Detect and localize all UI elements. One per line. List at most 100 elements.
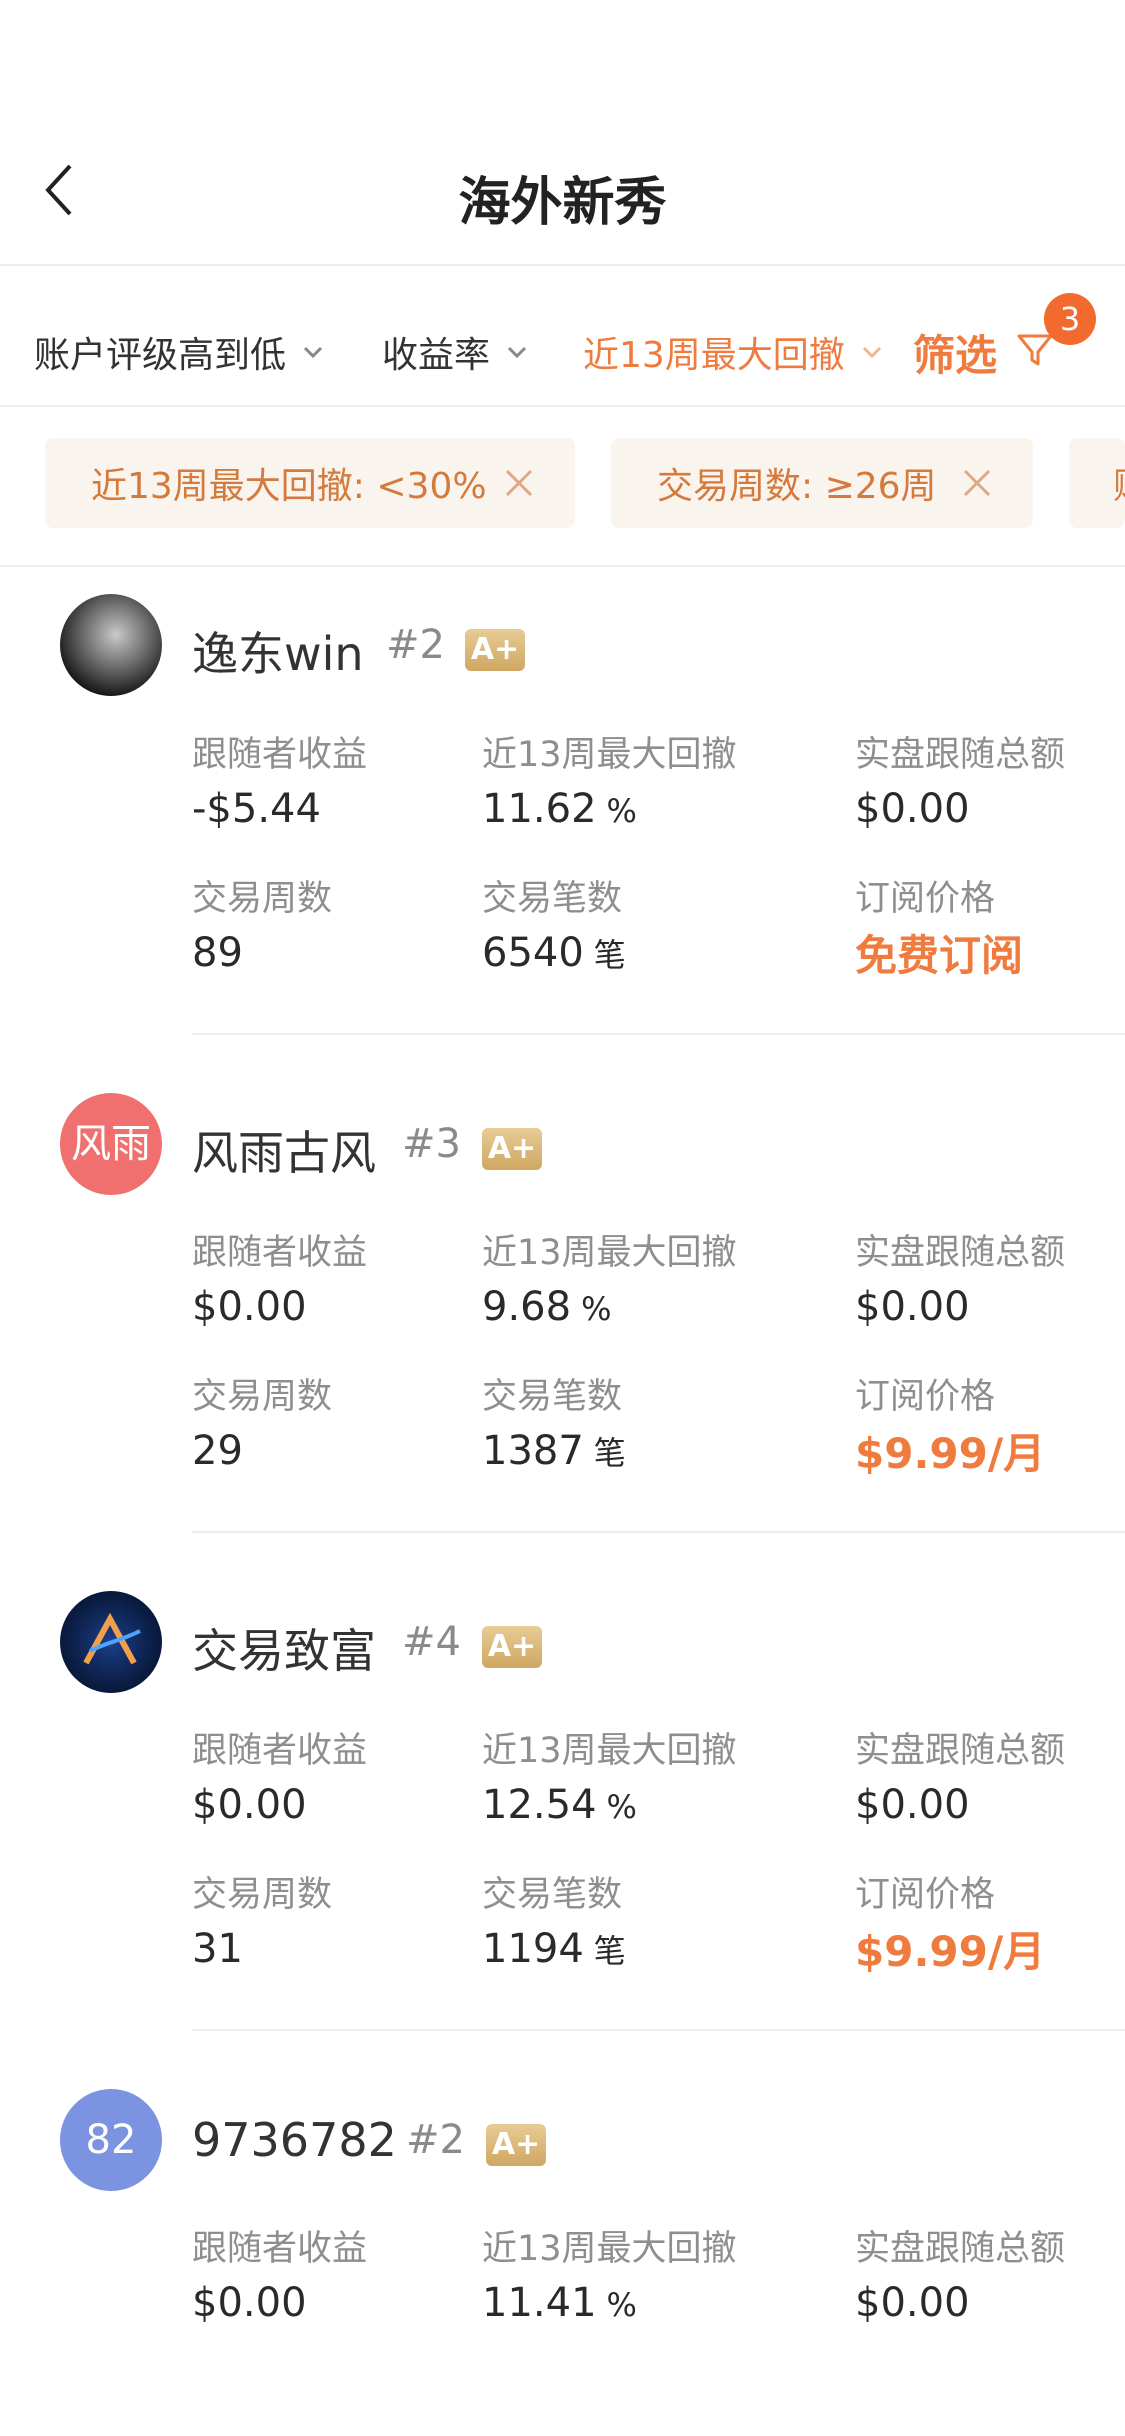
subscribe-price-value[interactable]: 免费订阅	[855, 922, 1023, 983]
trade-weeks-label: 交易周数	[192, 879, 333, 919]
grade-badge: A+	[482, 1626, 542, 1668]
drawdown-number: 12.54	[482, 1782, 597, 1828]
percent-unit: %	[581, 1290, 612, 1328]
chevron-down-icon	[507, 346, 527, 359]
trade-count-value: 1387 笔	[482, 1428, 626, 1474]
trades-unit: 笔	[593, 1434, 626, 1472]
max-drawdown-label: 近13周最大回撤	[482, 735, 737, 775]
max-drawdown-label: 近13周最大回撤	[482, 1233, 737, 1273]
follower-profit-value: $0.00	[192, 1782, 307, 1828]
max-drawdown-value: 11.62%	[482, 786, 637, 832]
page-title: 海外新秀	[458, 173, 667, 233]
live-follow-total-value: $0.00	[855, 1284, 970, 1330]
trade-count-label: 交易笔数	[482, 1875, 623, 1915]
divider	[0, 405, 1125, 407]
max-drawdown-value: 12.54%	[482, 1782, 637, 1828]
sort-return-dropdown[interactable]: 收益率	[382, 326, 528, 378]
subscribe-price-label: 订阅价格	[855, 1377, 996, 1417]
logo-icon	[83, 1612, 141, 1665]
max-drawdown-value: 11.41%	[482, 2280, 637, 2326]
chip-label: 账	[1113, 457, 1125, 509]
trader-name[interactable]: 交易致富	[192, 1615, 376, 1681]
trader-rank: #2	[406, 2117, 465, 2163]
filter-chip-partial[interactable]: 账	[1069, 438, 1125, 528]
live-follow-total-value: $0.00	[855, 2280, 970, 2326]
follower-profit-label: 跟随者收益	[192, 735, 368, 775]
trade-count-number: 1194	[482, 1926, 584, 1972]
live-follow-total-value: $0.00	[855, 1782, 970, 1828]
chip-label: 交易周数: ≥26周	[657, 466, 937, 507]
subscribe-price-value[interactable]: $9.99/月	[855, 1918, 1045, 1979]
grade-badge: A+	[482, 1128, 542, 1170]
follower-profit-value: $0.00	[192, 2280, 307, 2326]
divider	[192, 2029, 1125, 2031]
subscribe-price-label: 订阅价格	[855, 1875, 996, 1915]
live-follow-total-label: 实盘跟随总额	[855, 1731, 1066, 1771]
chevron-down-icon	[303, 346, 323, 359]
sort-drawdown-label: 近13周最大回撤	[583, 335, 845, 376]
percent-unit: %	[606, 1788, 637, 1826]
percent-unit: %	[606, 2286, 637, 2324]
live-follow-total-label: 实盘跟随总额	[855, 2229, 1066, 2269]
follower-profit-label: 跟随者收益	[192, 2229, 368, 2269]
sort-rating-label: 账户评级高到低	[34, 335, 287, 376]
trade-count-value: 6540 笔	[482, 930, 626, 976]
trade-weeks-value: 89	[192, 930, 243, 976]
drawdown-number: 11.62	[482, 786, 597, 832]
sort-return-label: 收益率	[382, 335, 491, 376]
close-icon[interactable]	[961, 467, 993, 499]
trade-weeks-label: 交易周数	[192, 1875, 333, 1915]
trade-count-number: 1387	[482, 1428, 584, 1474]
follower-profit-label: 跟随者收益	[192, 1233, 368, 1273]
filter-icon[interactable]	[1015, 330, 1055, 370]
grade-badge: A+	[486, 2124, 546, 2166]
filter-button[interactable]: 筛选	[913, 322, 997, 383]
filter-chip-trade-weeks[interactable]: 交易周数: ≥26周	[611, 438, 1033, 528]
grade-badge: A+	[465, 629, 525, 671]
top-nav-bar: 海外新秀	[0, 0, 1125, 265]
sort-drawdown-dropdown[interactable]: 近13周最大回撤	[583, 326, 883, 378]
avatar[interactable]	[60, 594, 162, 696]
follower-profit-value: $0.00	[192, 1284, 307, 1330]
avatar[interactable]: 风雨	[60, 1093, 162, 1195]
max-drawdown-label: 近13周最大回撤	[482, 1731, 737, 1771]
live-follow-total-label: 实盘跟随总额	[855, 1233, 1066, 1273]
trader-rank: #2	[386, 622, 445, 668]
live-follow-total-value: $0.00	[855, 786, 970, 832]
trade-count-label: 交易笔数	[482, 879, 623, 919]
avatar[interactable]: 82	[60, 2089, 162, 2191]
sort-rating-dropdown[interactable]: 账户评级高到低	[34, 326, 324, 378]
max-drawdown-label: 近13周最大回撤	[482, 2229, 737, 2269]
divider	[0, 565, 1125, 567]
filter-chip-drawdown[interactable]: 近13周最大回撤: <30%	[45, 438, 575, 528]
chip-label: 近13周最大回撤: <30%	[91, 466, 487, 507]
percent-unit: %	[606, 792, 637, 830]
trader-name[interactable]: 9736782	[192, 2113, 397, 2167]
divider	[192, 1033, 1125, 1035]
drawdown-number: 11.41	[482, 2280, 597, 2326]
trade-weeks-value: 29	[192, 1428, 243, 1474]
trade-count-number: 6540	[482, 930, 584, 976]
trade-weeks-label: 交易周数	[192, 1377, 333, 1417]
max-drawdown-value: 9.68%	[482, 1284, 611, 1330]
trades-unit: 笔	[593, 936, 626, 974]
trade-weeks-value: 31	[192, 1926, 243, 1972]
avatar[interactable]	[60, 1591, 162, 1693]
live-follow-total-label: 实盘跟随总额	[855, 735, 1066, 775]
trader-name[interactable]: 风雨古风	[192, 1117, 376, 1183]
subscribe-price-label: 订阅价格	[855, 879, 996, 919]
filter-count-badge: 3	[1044, 293, 1096, 345]
drawdown-number: 9.68	[482, 1284, 572, 1330]
trader-name[interactable]: 逸东win	[192, 618, 364, 684]
trade-count-label: 交易笔数	[482, 1377, 623, 1417]
trader-rank: #3	[402, 1121, 461, 1167]
chevron-down-icon	[862, 346, 881, 359]
divider	[192, 1531, 1125, 1533]
trades-unit: 笔	[593, 1932, 626, 1970]
close-icon[interactable]	[503, 467, 535, 499]
trade-count-value: 1194 笔	[482, 1926, 626, 1972]
trader-rank: #4	[402, 1619, 461, 1665]
follower-profit-label: 跟随者收益	[192, 1731, 368, 1771]
subscribe-price-value[interactable]: $9.99/月	[855, 1420, 1045, 1481]
follower-profit-value: -$5.44	[192, 786, 321, 832]
